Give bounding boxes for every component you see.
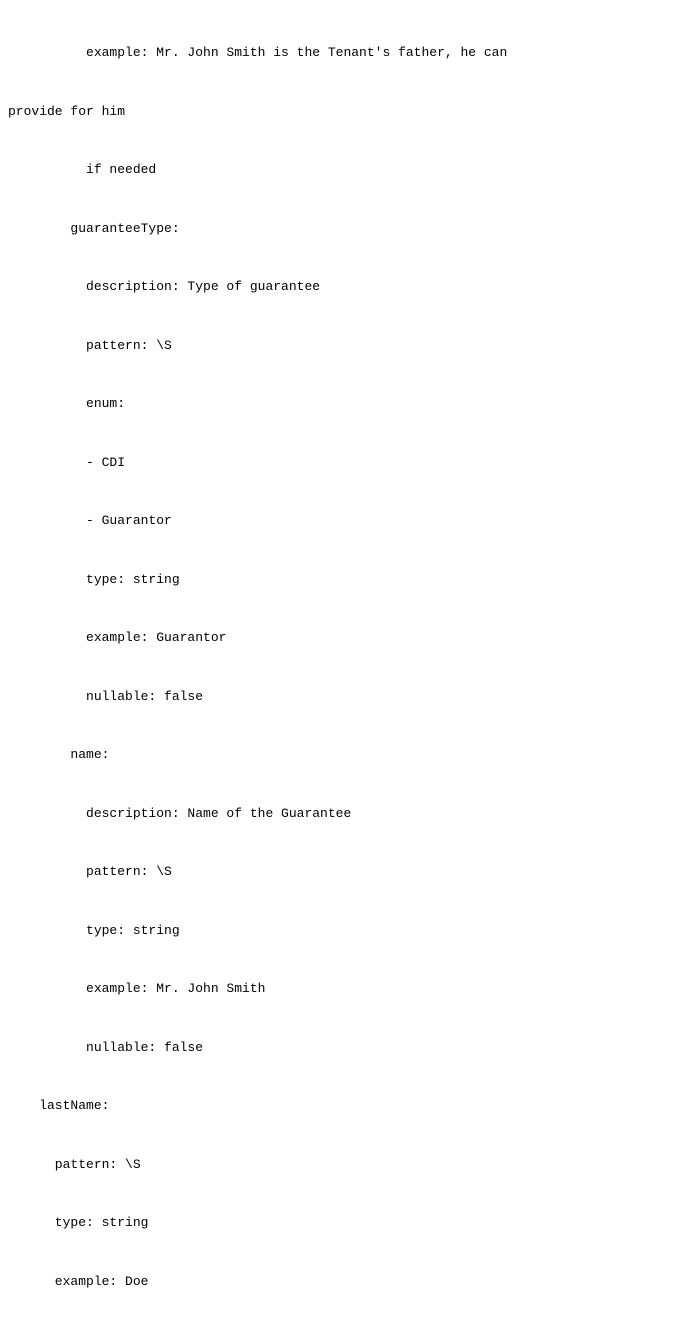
line-5: description: Type of guarantee [0,277,676,297]
code-content: example: Mr. John Smith is the Tenant's … [0,0,676,1330]
line-18: nullable: false [0,1038,676,1058]
line-22: example: Doe [0,1272,676,1292]
line-15: pattern: \S [0,862,676,882]
line-1: example: Mr. John Smith is the Tenant's … [0,43,676,63]
line-21: type: string [0,1213,676,1233]
line-4: guaranteeType: [0,219,676,239]
line-7: enum: [0,394,676,414]
line-12: nullable: false [0,687,676,707]
line-13: name: [0,745,676,765]
line-16: type: string [0,921,676,941]
line-8: - CDI [0,453,676,473]
line-2: provide for him [0,102,676,122]
line-14: description: Name of the Guarantee [0,804,676,824]
line-17: example: Mr. John Smith [0,979,676,999]
line-6: pattern: \S [0,336,676,356]
line-3: if needed [0,160,676,180]
line-20: pattern: \S [0,1155,676,1175]
line-9: - Guarantor [0,511,676,531]
line-11: example: Guarantor [0,628,676,648]
line-10: type: string [0,570,676,590]
line-19: lastName: [0,1096,676,1116]
